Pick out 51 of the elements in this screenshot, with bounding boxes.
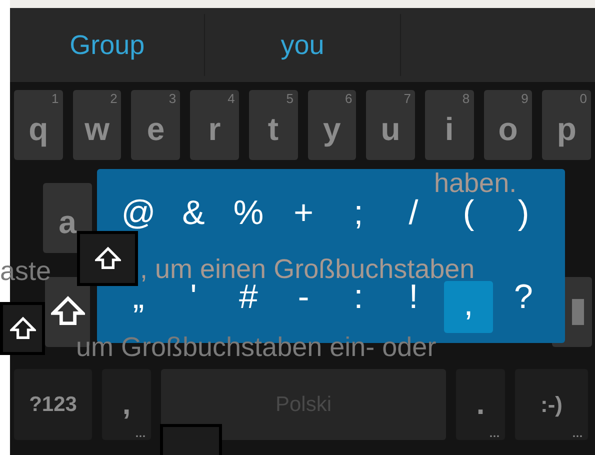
key[interactable]: r 4 (190, 90, 239, 160)
key[interactable]: o 9 (484, 90, 532, 160)
suggestion[interactable]: you (205, 14, 401, 76)
symbol-key[interactable]: + (294, 200, 314, 228)
key[interactable]: t 5 (248, 90, 298, 160)
caption-text: haben. (434, 170, 517, 197)
suggestion[interactable]: Group (10, 14, 206, 76)
key[interactable]: , … (102, 369, 151, 440)
shift-key[interactable] (0, 302, 45, 355)
key[interactable]: p 0 (542, 90, 592, 160)
key-hint: 0 (580, 92, 588, 105)
key-hint: 8 (462, 92, 470, 105)
symbol-key[interactable]: # (239, 284, 258, 312)
symbol-key[interactable]: @ (121, 200, 156, 228)
more-hint: … (572, 429, 583, 440)
key[interactable]: :-) … (515, 369, 588, 440)
key[interactable]: i 8 (424, 90, 474, 160)
symbol-key[interactable]: „ (132, 284, 144, 312)
symbol-key[interactable]: - (298, 284, 310, 312)
symbol-key[interactable]: / (408, 200, 418, 228)
shift-icon (10, 316, 36, 342)
symbol-key[interactable]: ' (190, 284, 197, 312)
shift-icon (94, 246, 120, 272)
symbol-key[interactable]: % (233, 200, 264, 228)
key[interactable]: a (43, 183, 92, 253)
key-hint: 2 (110, 92, 118, 105)
key[interactable]: . … (456, 369, 505, 440)
key-hint: 7 (404, 92, 411, 105)
shift-key[interactable] (77, 231, 138, 286)
symbol-key[interactable]: ! (408, 284, 418, 312)
key-hint: 3 (168, 92, 176, 105)
key-hint: 9 (521, 92, 528, 105)
key[interactable]: w 2 (72, 90, 122, 160)
key-hint: 6 (344, 92, 352, 105)
key[interactable]: e 3 (131, 90, 180, 160)
symbol-key[interactable]: : (354, 284, 364, 312)
more-hint: … (135, 429, 146, 440)
more-hint: … (489, 429, 500, 440)
symbol-key[interactable]: ; (354, 200, 364, 228)
key-hint: 5 (286, 92, 294, 105)
key[interactable]: u 7 (366, 90, 415, 160)
key[interactable]: q 1 (14, 90, 63, 160)
key[interactable]: y 6 (308, 90, 356, 160)
symbol-key[interactable]: ? (514, 284, 533, 312)
symbol-key[interactable]: , (444, 281, 494, 333)
key-hint: 4 (228, 92, 235, 105)
symbols-key[interactable]: ?123 (14, 369, 92, 440)
key-glyph-icon (572, 299, 584, 325)
key-hint: 1 (51, 92, 59, 105)
symbol-key[interactable]: & (182, 200, 205, 228)
caption-text: , um einen Großbuchstaben (140, 256, 475, 283)
